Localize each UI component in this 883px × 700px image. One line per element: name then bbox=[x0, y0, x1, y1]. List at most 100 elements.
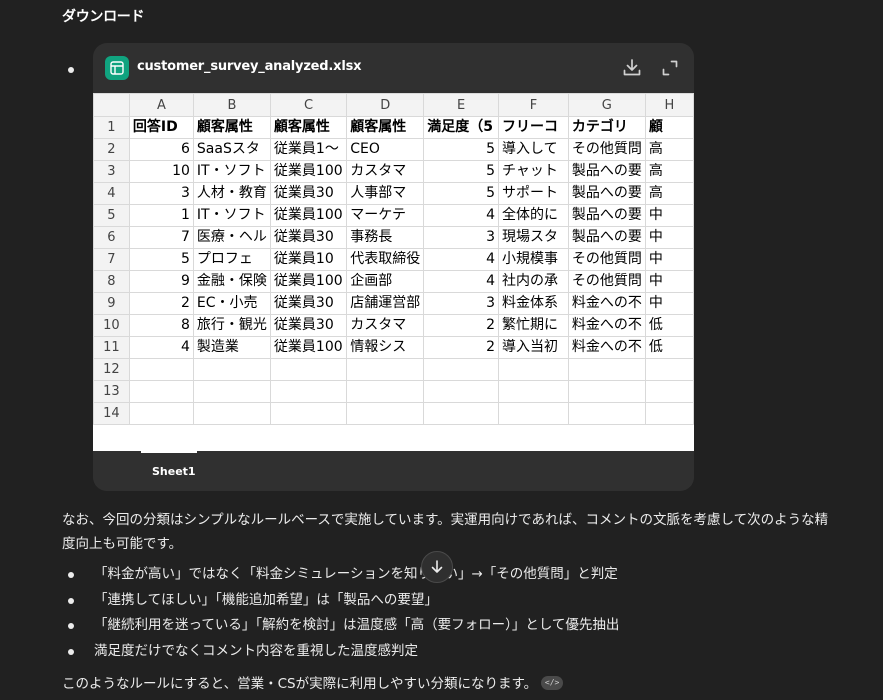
row-header[interactable]: 4 bbox=[93, 182, 130, 205]
column-header[interactable]: A bbox=[128, 93, 194, 117]
cell[interactable]: 製品への要 bbox=[567, 204, 646, 227]
cell[interactable]: 4 bbox=[423, 248, 500, 271]
cell[interactable]: 3 bbox=[423, 226, 500, 249]
grid-corner[interactable] bbox=[93, 93, 130, 117]
cell[interactable]: 6 bbox=[128, 138, 194, 161]
cell[interactable]: CEO bbox=[346, 138, 425, 161]
code-badge[interactable]: </> bbox=[541, 676, 564, 690]
cell[interactable] bbox=[192, 358, 271, 381]
cell[interactable]: 回答ID bbox=[128, 116, 194, 139]
cell[interactable]: 料金への不 bbox=[567, 336, 646, 359]
cell[interactable]: 満足度（5 bbox=[423, 116, 500, 139]
cell[interactable]: 中 bbox=[644, 270, 694, 293]
cell[interactable]: 従業員1〜 bbox=[269, 138, 348, 161]
row-header[interactable]: 14 bbox=[93, 402, 130, 425]
column-header[interactable]: E bbox=[423, 93, 500, 117]
cell[interactable]: 高 bbox=[644, 160, 694, 183]
cell[interactable]: SaaSスタ bbox=[192, 138, 271, 161]
cell[interactable] bbox=[644, 380, 694, 403]
cell[interactable]: サポート bbox=[498, 182, 569, 205]
cell[interactable] bbox=[423, 380, 500, 403]
cell[interactable]: 7 bbox=[128, 226, 194, 249]
cell[interactable]: 従業員30 bbox=[269, 226, 348, 249]
cell[interactable]: 従業員10 bbox=[269, 248, 348, 271]
cell[interactable]: 全体的に bbox=[498, 204, 569, 227]
cell[interactable] bbox=[346, 402, 425, 425]
cell[interactable]: 中 bbox=[644, 248, 694, 271]
cell[interactable]: 現場スタ bbox=[498, 226, 569, 249]
cell[interactable]: 人材・教育 bbox=[192, 182, 271, 205]
sheet-tab[interactable]: Sheet1 bbox=[141, 451, 197, 491]
column-header[interactable]: C bbox=[269, 93, 348, 117]
row-header[interactable]: 7 bbox=[93, 248, 130, 271]
expand-button[interactable] bbox=[659, 57, 681, 79]
cell[interactable]: 製品への要 bbox=[567, 182, 646, 205]
cell[interactable]: 情報シス bbox=[346, 336, 425, 359]
cell[interactable]: 導入して bbox=[498, 138, 569, 161]
cell[interactable]: 料金への不 bbox=[567, 292, 646, 315]
cell[interactable] bbox=[498, 380, 569, 403]
cell[interactable]: 2 bbox=[128, 292, 194, 315]
cell[interactable]: プロフェ bbox=[192, 248, 271, 271]
row-header[interactable]: 12 bbox=[93, 358, 130, 381]
cell[interactable]: 中 bbox=[644, 204, 694, 227]
cell[interactable]: 4 bbox=[128, 336, 194, 359]
cell[interactable] bbox=[128, 358, 194, 381]
cell[interactable]: 導入当初 bbox=[498, 336, 569, 359]
cell[interactable]: 従業員100 bbox=[269, 336, 348, 359]
cell[interactable]: 4 bbox=[423, 270, 500, 293]
column-header[interactable]: D bbox=[346, 93, 425, 117]
cell[interactable]: 従業員30 bbox=[269, 182, 348, 205]
row-header[interactable]: 6 bbox=[93, 226, 130, 249]
cell[interactable]: カスタマ bbox=[346, 160, 425, 183]
cell[interactable]: 事務長 bbox=[346, 226, 425, 249]
cell[interactable]: 2 bbox=[423, 314, 500, 337]
cell[interactable] bbox=[128, 402, 194, 425]
cell[interactable] bbox=[498, 358, 569, 381]
cell[interactable]: 製品への要 bbox=[567, 160, 646, 183]
cell[interactable] bbox=[192, 402, 271, 425]
spreadsheet-grid[interactable]: ABCDEFGH 1 回答ID 顧客属性 顧客属性 顧客属性 満足度（5 フリーコ カテゴリ顧… bbox=[93, 93, 694, 451]
cell[interactable]: 企画部 bbox=[346, 270, 425, 293]
cell[interactable] bbox=[567, 358, 646, 381]
column-header[interactable]: F bbox=[498, 93, 569, 117]
cell[interactable]: 顧 bbox=[644, 116, 694, 139]
cell[interactable]: 料金体系 bbox=[498, 292, 569, 315]
cell[interactable]: カテゴリ bbox=[567, 116, 646, 139]
cell[interactable]: 従業員100 bbox=[269, 160, 348, 183]
cell[interactable]: 代表取締役 bbox=[346, 248, 425, 271]
cell[interactable]: IT・ソフト bbox=[192, 204, 271, 227]
cell[interactable]: 従業員100 bbox=[269, 270, 348, 293]
cell[interactable]: 2 bbox=[423, 336, 500, 359]
cell[interactable]: 料金への不 bbox=[567, 314, 646, 337]
row-header[interactable]: 3 bbox=[93, 160, 130, 183]
cell[interactable]: 3 bbox=[128, 182, 194, 205]
cell[interactable]: 8 bbox=[128, 314, 194, 337]
cell[interactable] bbox=[346, 380, 425, 403]
cell[interactable]: 1 bbox=[128, 204, 194, 227]
row-header[interactable]: 10 bbox=[93, 314, 130, 337]
cell[interactable]: 店舗運営部 bbox=[346, 292, 425, 315]
cell[interactable]: 従業員30 bbox=[269, 314, 348, 337]
row-header[interactable]: 8 bbox=[93, 270, 130, 293]
cell[interactable]: 金融・保険 bbox=[192, 270, 271, 293]
cell[interactable]: その他質問 bbox=[567, 270, 646, 293]
column-header[interactable]: B bbox=[192, 93, 271, 117]
cell[interactable]: 低 bbox=[644, 336, 694, 359]
download-button[interactable] bbox=[621, 57, 643, 79]
cell[interactable]: 5 bbox=[423, 138, 500, 161]
cell[interactable] bbox=[269, 380, 348, 403]
cell[interactable]: チャット bbox=[498, 160, 569, 183]
cell[interactable]: 小規模事 bbox=[498, 248, 569, 271]
cell[interactable]: 3 bbox=[423, 292, 500, 315]
cell[interactable] bbox=[567, 402, 646, 425]
cell[interactable]: 従業員100 bbox=[269, 204, 348, 227]
cell[interactable] bbox=[269, 402, 348, 425]
cell[interactable]: 中 bbox=[644, 226, 694, 249]
cell[interactable]: 10 bbox=[128, 160, 194, 183]
cell[interactable] bbox=[192, 380, 271, 403]
cell[interactable]: 従業員30 bbox=[269, 292, 348, 315]
cell[interactable]: 製品への要 bbox=[567, 226, 646, 249]
row-header[interactable]: 1 bbox=[93, 116, 130, 139]
cell[interactable]: 旅行・観光 bbox=[192, 314, 271, 337]
